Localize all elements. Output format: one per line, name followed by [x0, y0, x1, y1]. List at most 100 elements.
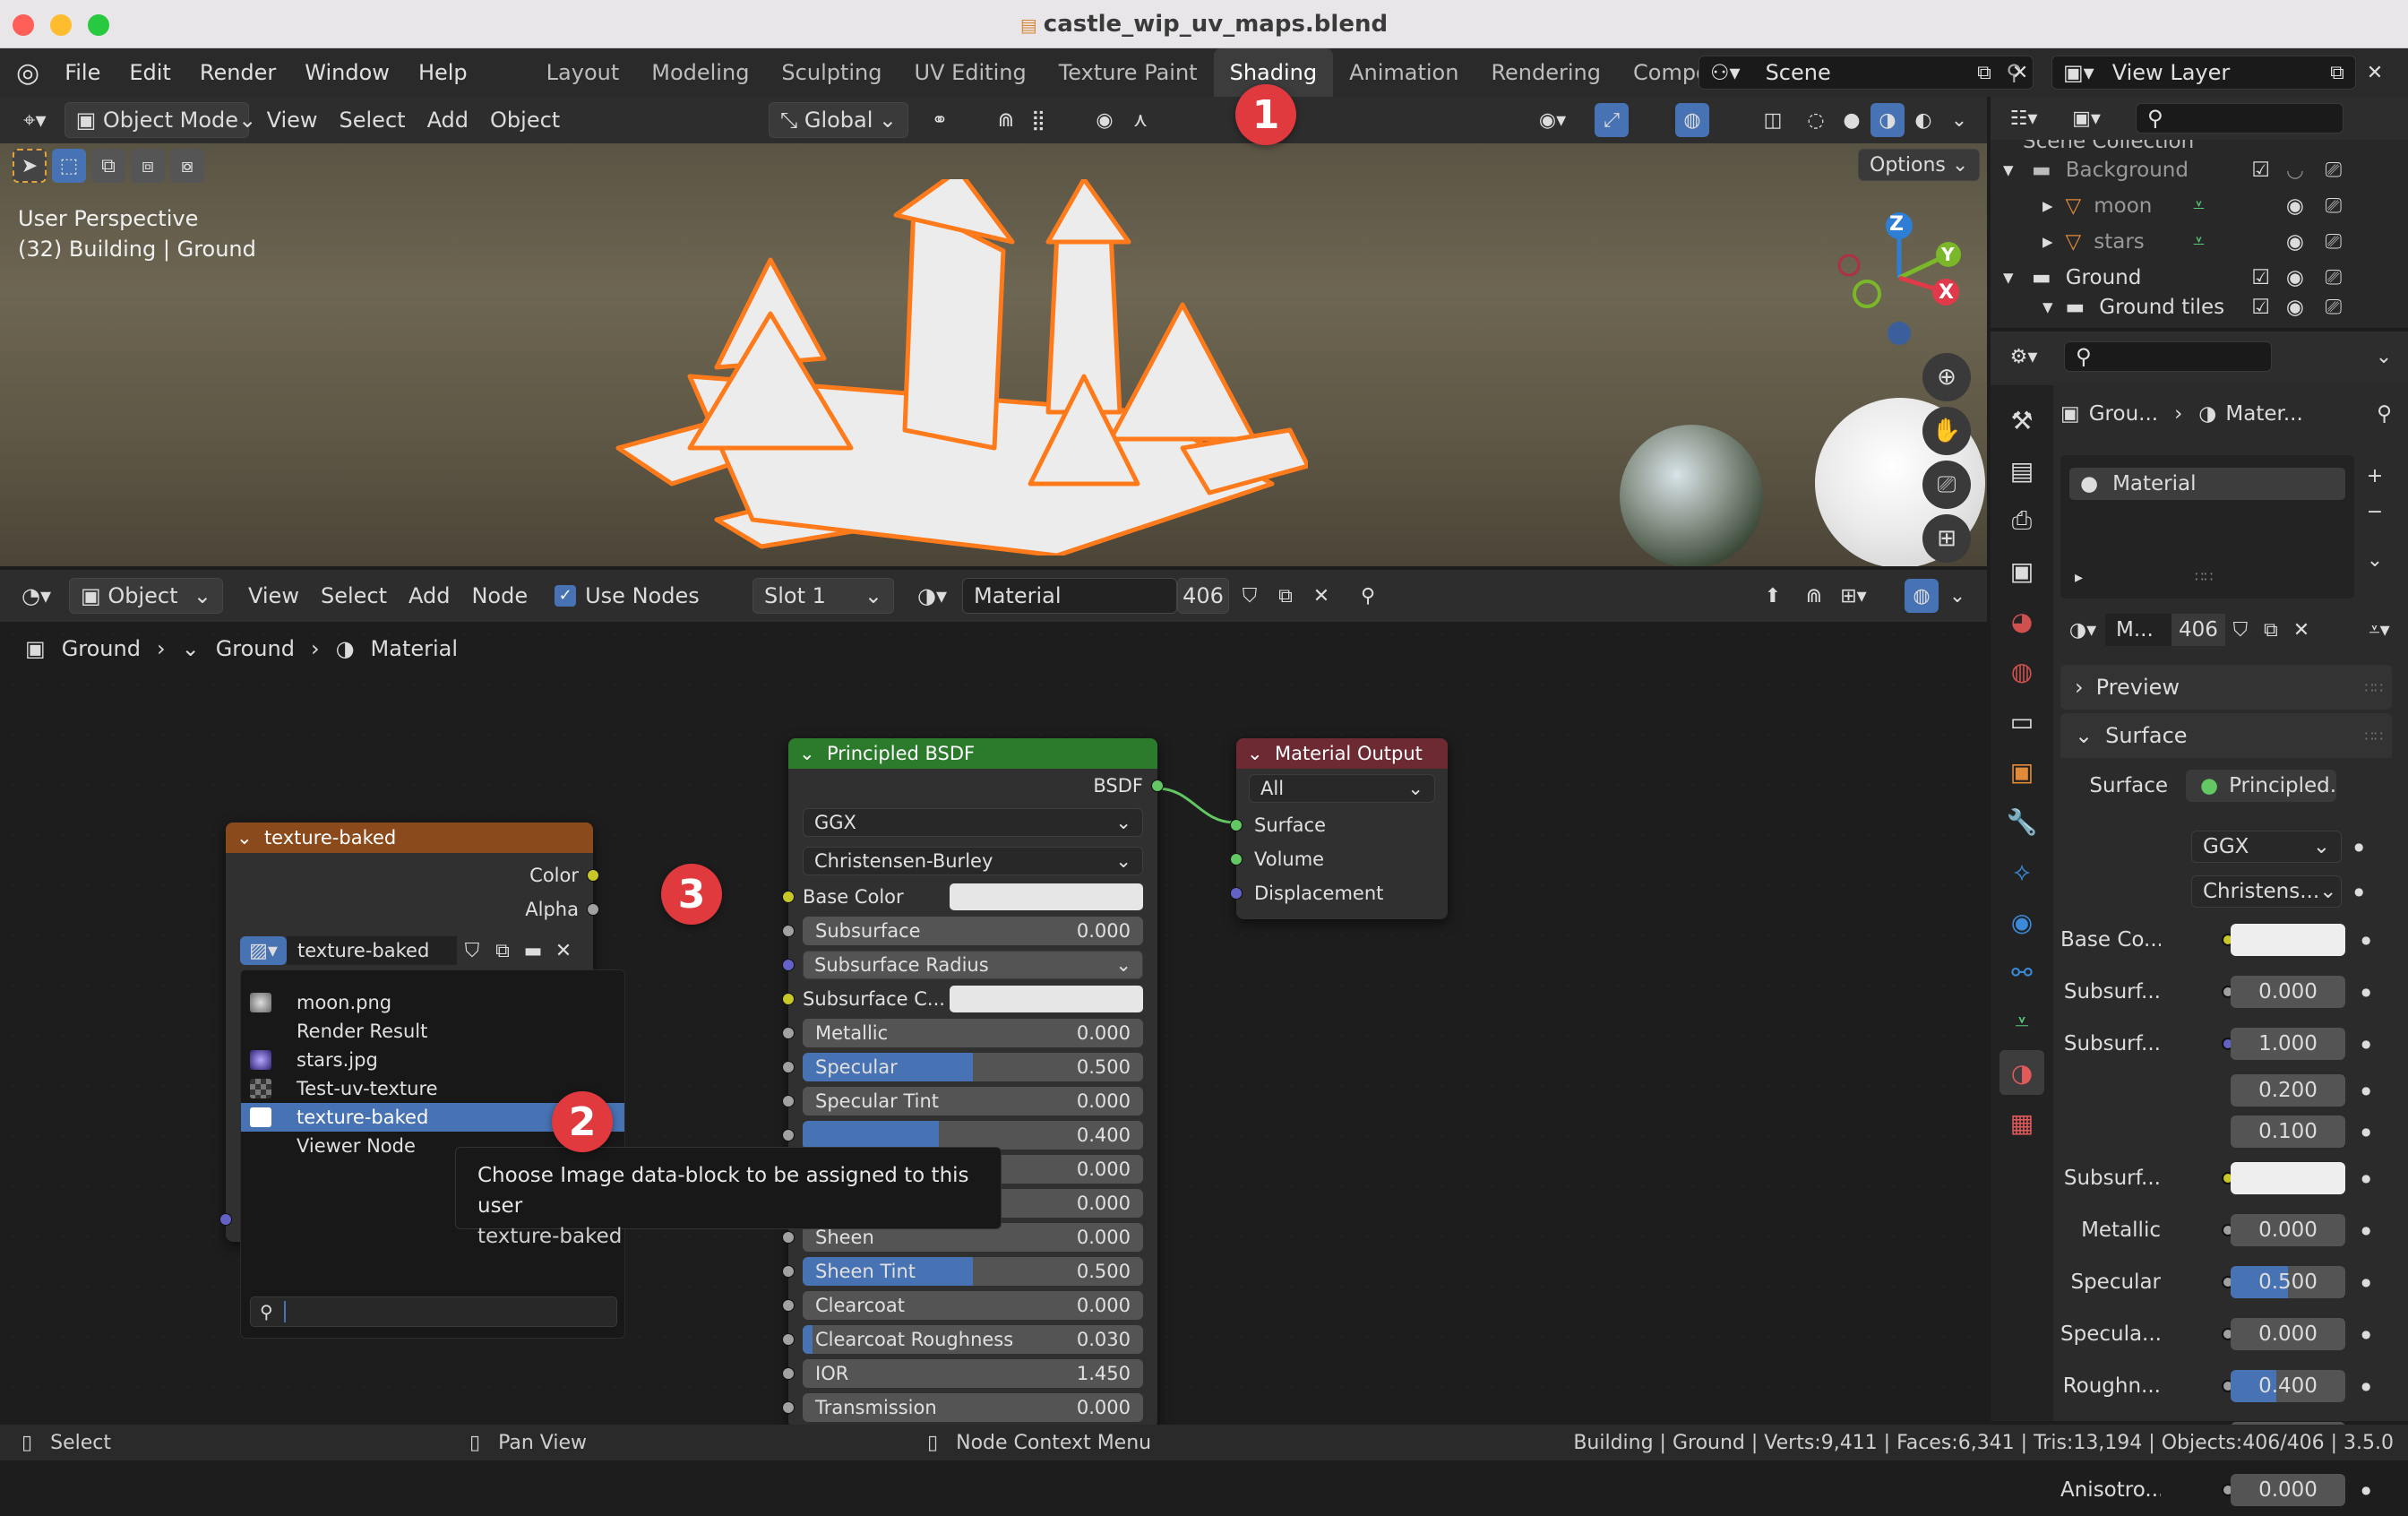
overlay-toggle-icon[interactable]: ◍: [1905, 579, 1939, 613]
node-menu-select[interactable]: Select: [310, 578, 398, 614]
menu-help[interactable]: Help: [404, 60, 482, 85]
snap-icon[interactable]: ⋒: [989, 103, 1023, 137]
zoom-icon[interactable]: ⊕: [1922, 353, 1971, 401]
decorator-dot-icon[interactable]: ●: [2361, 986, 2370, 998]
proportional-edit-icon[interactable]: ◉: [1088, 103, 1122, 137]
properties-editor-type-icon[interactable]: ⚙▾: [2007, 340, 2041, 374]
decorator-dot-icon[interactable]: ●: [2361, 1172, 2370, 1184]
property-value-field[interactable]: 0.500: [2231, 1266, 2345, 1298]
decorator-dot-icon[interactable]: ●: [2361, 1084, 2370, 1097]
pin-icon[interactable]: ⚲: [2377, 402, 2392, 426]
view-layer-tab-icon[interactable]: ▣: [2000, 548, 2044, 593]
volume-input-socket[interactable]: [1230, 853, 1243, 866]
decorator-dot-icon[interactable]: ●: [2361, 1276, 2370, 1288]
displacement-input-socket[interactable]: [1230, 887, 1243, 900]
bsdf-param-slider[interactable]: Clearcoat Roughness 0.030: [803, 1325, 1143, 1354]
base-color-swatch[interactable]: [950, 883, 1143, 910]
outliner-row-background[interactable]: ▾ ▬ Background ☑ ◡ ⎚: [1991, 152, 2408, 188]
surface-panel-header[interactable]: ⌄ Surface ∷∷: [2060, 713, 2392, 758]
modifier-tab-icon[interactable]: 🔧: [2000, 799, 2044, 844]
unlink-image-icon[interactable]: ✕: [548, 936, 579, 965]
tab-uv-editing[interactable]: UV Editing: [899, 48, 1043, 97]
node-menu-add[interactable]: Add: [398, 578, 460, 614]
particles-tab-icon[interactable]: ⟡: [2000, 849, 2044, 894]
decorator-dot-icon[interactable]: ●: [2354, 840, 2363, 853]
camera-icon[interactable]: ⎚: [2326, 159, 2342, 182]
parent-node-tree-icon[interactable]: ⬆: [1756, 579, 1790, 613]
param-input-socket[interactable]: [782, 1401, 795, 1414]
menu-render[interactable]: Render: [185, 60, 290, 85]
output-tab-icon[interactable]: ⎙: [2000, 498, 2044, 543]
rendered-shading-icon[interactable]: ◐: [1906, 103, 1940, 137]
param-input-socket[interactable]: [782, 1095, 795, 1107]
unlink-material-icon[interactable]: ✕: [2286, 613, 2317, 647]
physics-tab-icon[interactable]: ◉: [2000, 900, 2044, 944]
subsurface-color-swatch[interactable]: [950, 986, 1143, 1012]
distribution-dropdown[interactable]: GGX ⌄: [2191, 831, 2342, 863]
collapse-arrow-icon[interactable]: ▾: [2003, 266, 2021, 289]
image-name-field[interactable]: texture-baked: [287, 936, 457, 965]
param-input-socket[interactable]: [782, 1129, 795, 1141]
camera-icon[interactable]: ⎚: [2326, 194, 2342, 218]
popup-item[interactable]: moon.png: [241, 988, 624, 1017]
bsdf-param-slider[interactable]: Sheen Tint 0.500: [803, 1257, 1143, 1286]
slot-dropdown[interactable]: Slot 1 ⌄: [752, 578, 894, 614]
outliner-search-input[interactable]: ⚲: [2136, 103, 2344, 134]
blender-logo-icon[interactable]: ◎: [0, 57, 50, 89]
checkbox-checked-icon[interactable]: ☑: [2251, 266, 2270, 289]
shader-type-dropdown[interactable]: ▣ Object ⌄: [69, 578, 223, 614]
camera-icon[interactable]: ⎚: [2326, 296, 2342, 319]
snap-icon[interactable]: ⋒: [1797, 579, 1831, 613]
remove-slot-icon[interactable]: −: [2358, 495, 2392, 529]
material-name-field[interactable]: Material: [962, 578, 1177, 614]
expand-arrow-icon[interactable]: ▸: [2042, 230, 2053, 254]
property-value-field[interactable]: 0.200: [2231, 1074, 2345, 1107]
duplicate-image-icon[interactable]: ⧉: [487, 936, 518, 965]
bsdf-param-slider[interactable]: Clearcoat 0.000: [803, 1291, 1143, 1320]
render-tab-icon[interactable]: ▤: [2000, 448, 2044, 493]
material-shading-icon[interactable]: ◑: [1870, 103, 1905, 137]
outliner-row-ground-tiles[interactable]: ▾ ▬ Ground tiles ☑ ◉ ⎚: [1991, 296, 2408, 319]
checkbox-checked-icon[interactable]: ☑: [2251, 296, 2270, 319]
param-input-socket[interactable]: [782, 1367, 795, 1380]
tab-texture-paint[interactable]: Texture Paint: [1043, 48, 1214, 97]
pan-hand-icon[interactable]: ✋: [1922, 407, 1971, 455]
color-output-socket[interactable]: [587, 869, 599, 882]
output-node-header[interactable]: ⌄ Material Output: [1236, 738, 1448, 769]
bsdf-output-socket[interactable]: [1151, 780, 1164, 792]
editor-type-icon[interactable]: ⌖▾: [13, 102, 57, 138]
eye-icon[interactable]: ◉: [2286, 266, 2304, 289]
subsurface-color-socket[interactable]: [782, 993, 795, 1005]
bsdf-param-slider[interactable]: Specular Tint 0.000: [803, 1087, 1143, 1115]
eye-icon[interactable]: ◉: [2286, 296, 2304, 319]
node-menu-node[interactable]: Node: [460, 578, 538, 614]
popup-item[interactable]: stars.jpg: [241, 1046, 624, 1074]
bsdf-param-slider[interactable]: IOR 1.450: [803, 1359, 1143, 1388]
property-value-field[interactable]: 0.000: [2231, 1214, 2345, 1246]
delete-scene-icon[interactable]: ✕: [2003, 56, 2037, 90]
properties-search-input[interactable]: ⚲: [2064, 341, 2272, 372]
resize-grip-icon[interactable]: ∷∷: [2195, 568, 2213, 585]
outliner-editor-type-icon[interactable]: ☷▾: [2007, 101, 2041, 135]
eye-icon[interactable]: ◉: [2286, 194, 2304, 218]
material-users-count[interactable]: 406: [2172, 614, 2225, 646]
camera-icon[interactable]: ⎚: [2326, 266, 2342, 289]
collapse-arrow-icon[interactable]: ⌄: [236, 827, 264, 848]
popup-search-input[interactable]: ⚲: [250, 1296, 617, 1327]
viewport-menu-select[interactable]: Select: [329, 102, 417, 138]
decorator-dot-icon[interactable]: ●: [2361, 1484, 2370, 1496]
snap-grid-icon[interactable]: ⣿: [1021, 103, 1055, 137]
link-type-icon[interactable]: ⩡▾: [2352, 613, 2406, 647]
decorator-dot-icon[interactable]: ●: [2361, 1328, 2370, 1340]
material-slot-item[interactable]: ● Material: [2069, 468, 2345, 500]
distribution-dropdown[interactable]: GGX ⌄: [803, 808, 1143, 837]
bsdf-param-slider[interactable]: Transmission 0.000: [803, 1393, 1143, 1422]
menu-window[interactable]: Window: [290, 60, 404, 85]
open-folder-icon[interactable]: ▬: [518, 936, 548, 965]
select-tool-icon[interactable]: ➤: [13, 149, 47, 183]
new-view-layer-icon[interactable]: ⧉: [2320, 56, 2354, 90]
menu-edit[interactable]: Edit: [115, 60, 185, 85]
material-browse-icon[interactable]: ◑▾: [2060, 613, 2105, 647]
decorator-dot-icon[interactable]: ●: [2354, 885, 2363, 898]
tab-sculpting[interactable]: Sculpting: [765, 48, 898, 97]
